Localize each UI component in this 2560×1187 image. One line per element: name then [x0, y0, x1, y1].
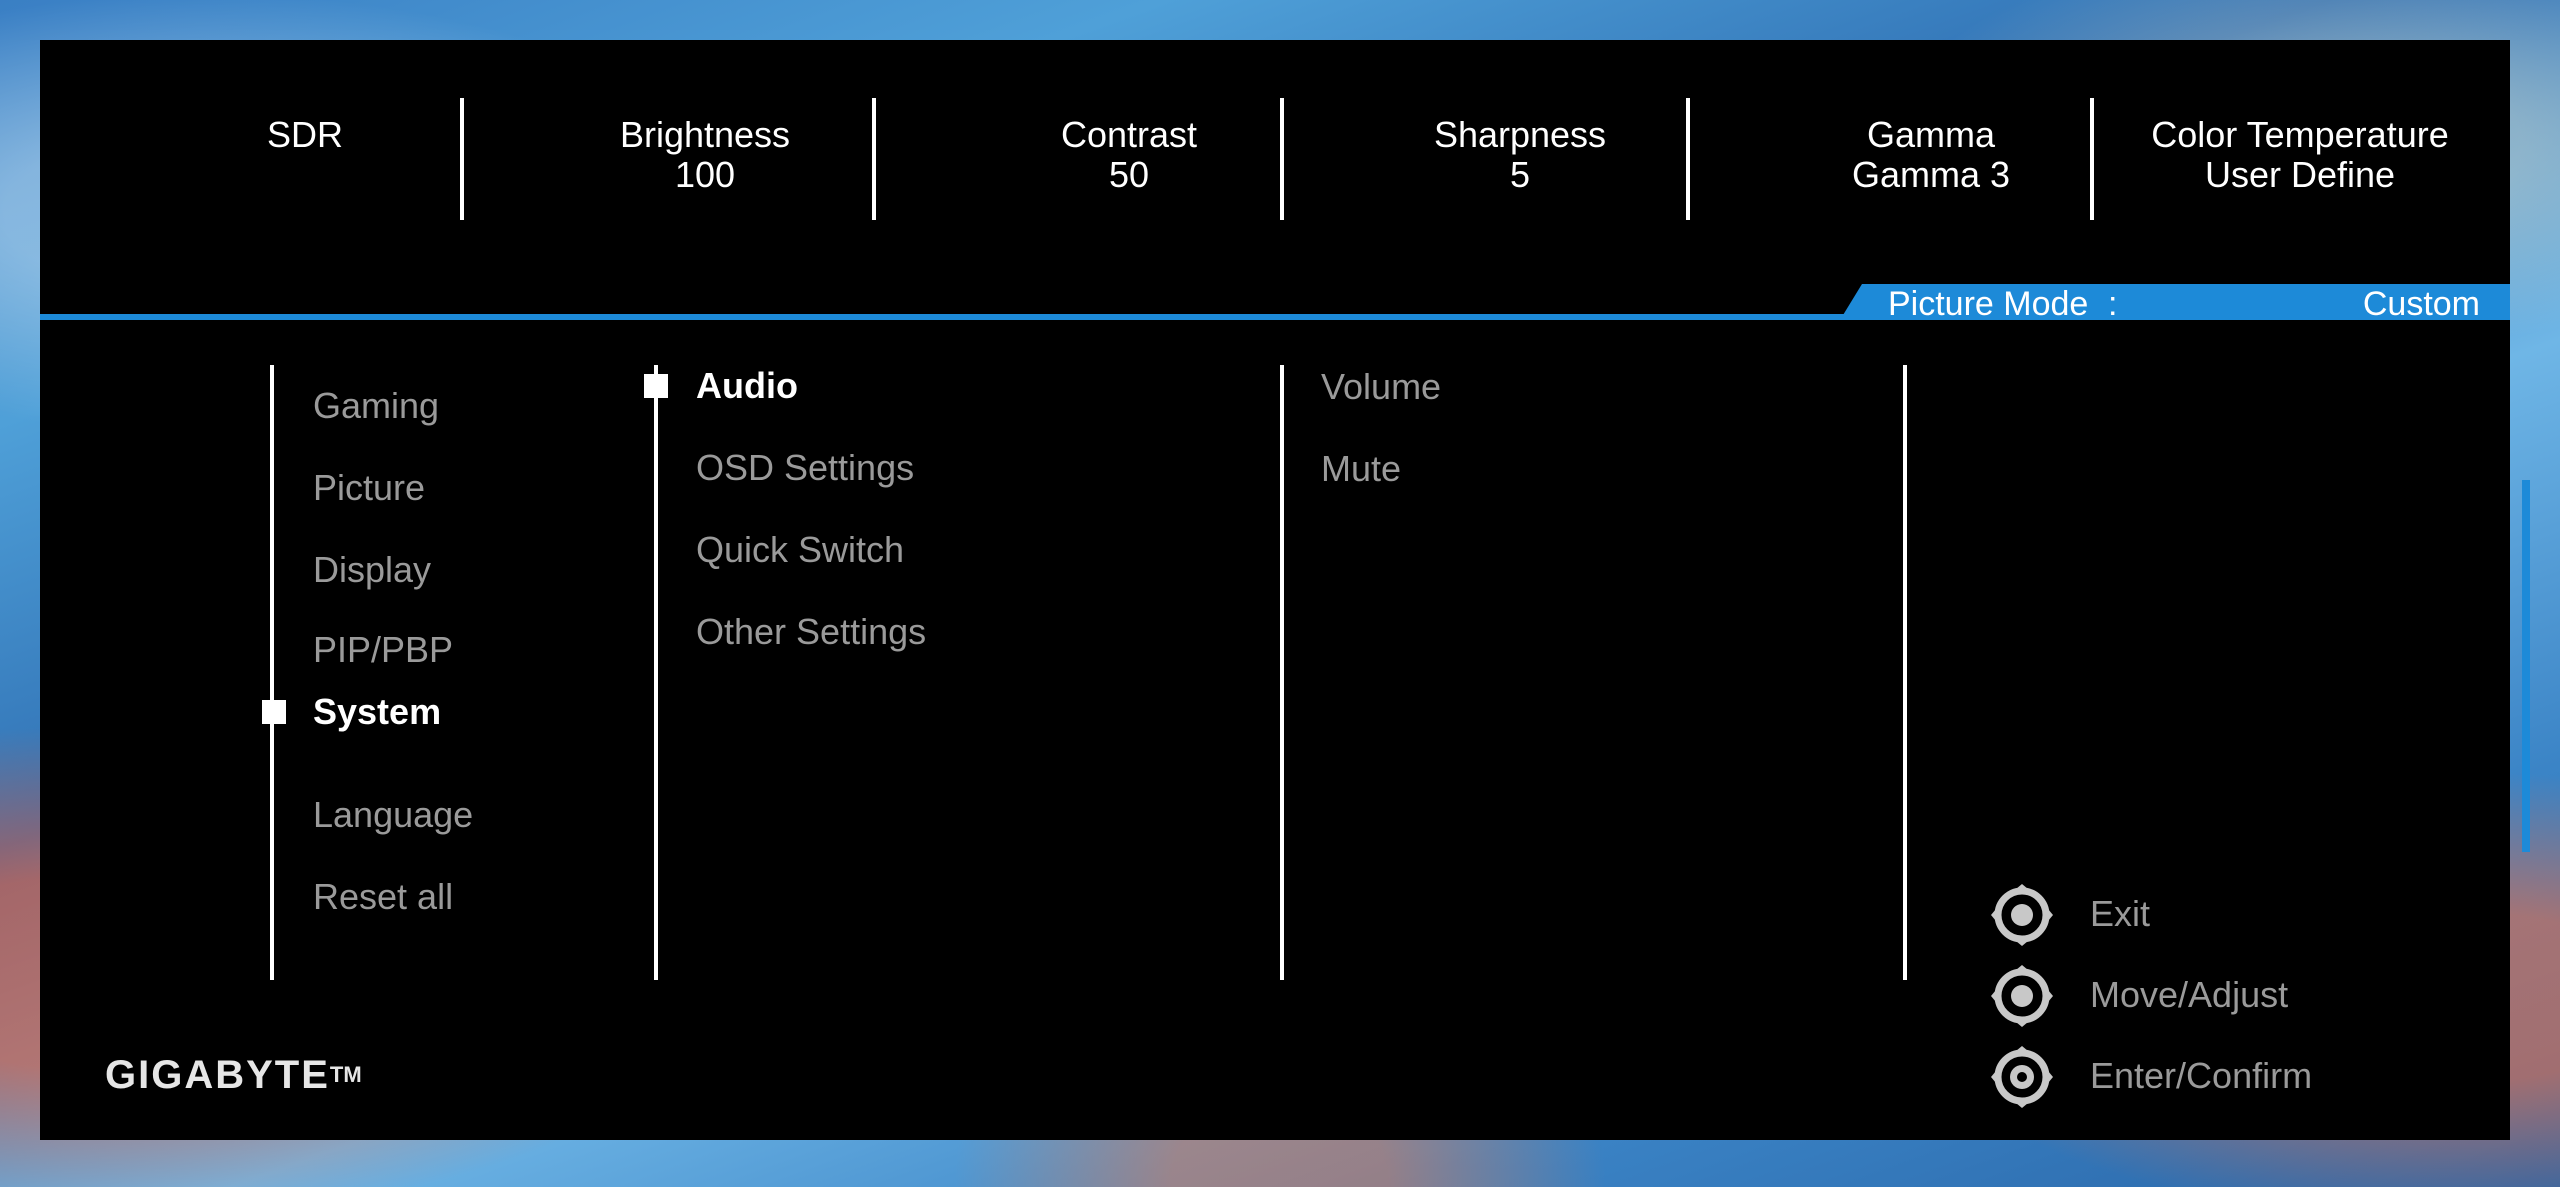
selected-marker: [262, 700, 286, 724]
submenu-item-audio[interactable]: Audio: [696, 366, 798, 406]
gigabyte-logo: GIGABYTETM: [105, 1053, 362, 1097]
submenu-item-other-settings[interactable]: Other Settings: [696, 612, 926, 652]
menu-item-gaming[interactable]: Gaming: [313, 386, 439, 426]
joystick-icon: [1991, 965, 2053, 1027]
status-divider: [1686, 98, 1690, 220]
control-enter-confirm-label: Enter/Confirm: [2090, 1055, 2313, 1096]
selected-marker: [644, 374, 668, 398]
status-divider: [872, 98, 876, 220]
status-bar: SDR Brightness 100 Contrast 50 Sharpness…: [40, 40, 2510, 310]
status-brightness: Brightness 100: [619, 114, 791, 195]
status-sharpness: Sharpness 5: [1433, 114, 1607, 195]
status-contrast: Contrast 50: [1060, 114, 1198, 195]
control-exit-label: Exit: [2090, 893, 2151, 934]
submenu-item-osd-settings[interactable]: OSD Settings: [696, 448, 914, 488]
sub-menu-line: [654, 365, 658, 980]
detail-item-volume[interactable]: Volume: [1321, 367, 1441, 407]
info-column-line: [1903, 365, 1907, 980]
menu-item-language[interactable]: Language: [313, 795, 473, 835]
status-divider: [460, 98, 464, 220]
status-color-temperature: Color Temperature User Define: [2151, 114, 2449, 195]
control-move-adjust-label: Move/Adjust: [2090, 974, 2289, 1015]
scroll-indicator: [2522, 480, 2530, 852]
picture-mode-label: Picture Mode: [1888, 285, 2089, 323]
menu-item-display[interactable]: Display: [313, 550, 431, 590]
submenu-item-quick-switch[interactable]: Quick Switch: [696, 530, 904, 570]
status-sdr: SDR: [266, 114, 343, 155]
main-menu-line: [270, 365, 274, 980]
status-gamma: Gamma Gamma 3: [1851, 114, 2011, 195]
menu-item-pip-pbp[interactable]: PIP/PBP: [313, 630, 453, 670]
joystick-icon: [1991, 884, 2053, 946]
picture-mode-value: Custom: [2362, 285, 2480, 323]
menu-item-system[interactable]: System: [313, 692, 441, 732]
menu-item-picture[interactable]: Picture: [313, 468, 425, 508]
picture-mode-colon: :: [2108, 285, 2118, 323]
detail-item-mute[interactable]: Mute: [1321, 449, 1401, 489]
osd-panel: SDR Brightness 100 Contrast 50 Sharpness…: [40, 40, 2530, 1140]
status-divider: [2090, 98, 2094, 220]
joystick-press-icon: [1991, 1046, 2053, 1108]
status-divider: [1280, 98, 1284, 220]
detail-menu-line: [1280, 365, 1284, 980]
menu-item-reset-all[interactable]: Reset all: [313, 877, 453, 917]
